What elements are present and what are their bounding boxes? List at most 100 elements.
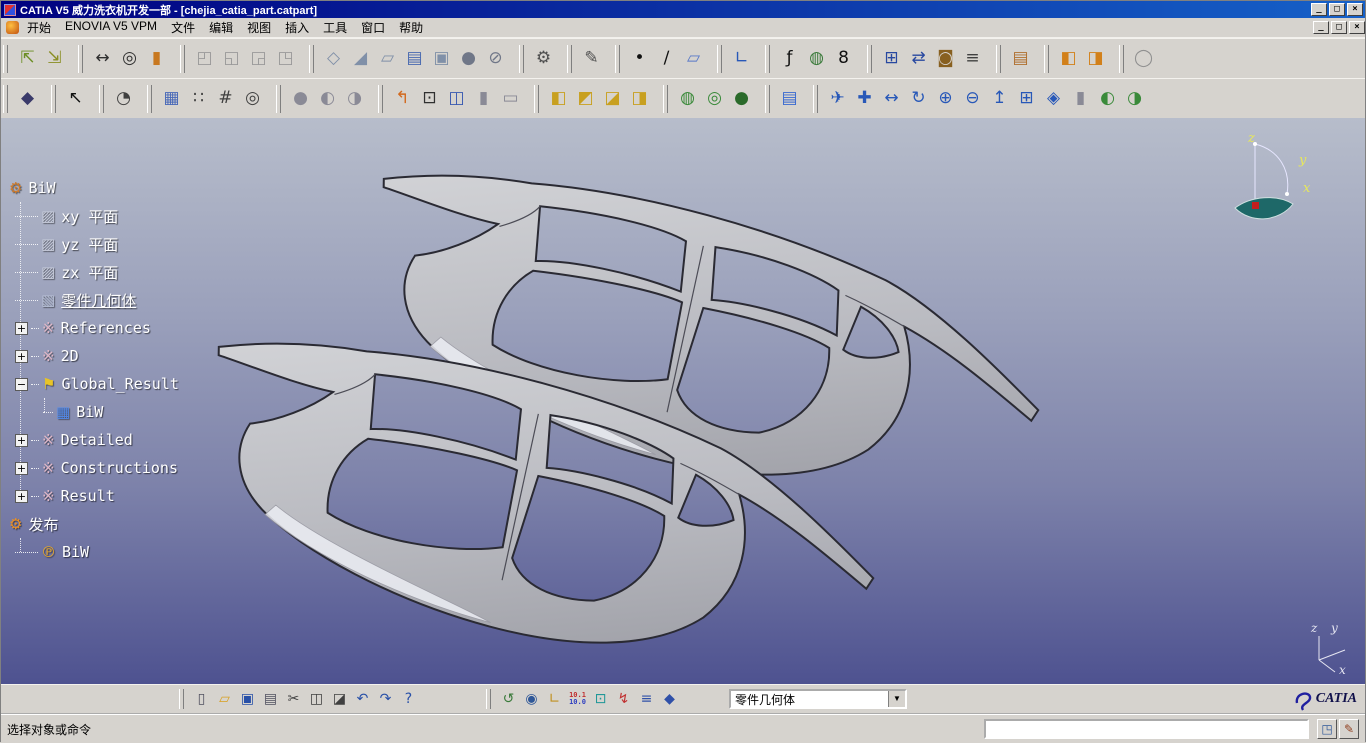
tree-item-label[interactable]: Result — [61, 487, 115, 505]
loft-surface-icon[interactable]: ◪ — [599, 85, 626, 112]
tree-expander[interactable]: + — [15, 350, 28, 363]
view-compass[interactable]: z y x — [1221, 132, 1321, 232]
iso-box-icon[interactable]: ◫ — [443, 85, 470, 112]
sketcher-icon[interactable]: ✎ — [578, 45, 605, 72]
tree-item-label[interactable]: BiW — [76, 403, 103, 421]
paste-icon[interactable]: ◪ — [328, 688, 351, 711]
list-columns-icon[interactable]: ≡ — [635, 688, 658, 711]
instantiate-from-document-icon[interactable]: ◰ — [191, 45, 218, 72]
pad-surface-icon[interactable]: ◧ — [545, 85, 572, 112]
fly-mode-icon[interactable]: ✈ — [824, 85, 851, 112]
compass-x-label[interactable]: x — [1303, 181, 1311, 196]
tree-expander[interactable]: + — [15, 490, 28, 503]
sphere-surface-icon[interactable]: ● — [287, 85, 314, 112]
measure-item-icon[interactable]: ◎ — [116, 45, 143, 72]
userfeature-icon[interactable]: ◳ — [272, 45, 299, 72]
pan-icon[interactable]: ↔ — [878, 85, 905, 112]
formula-icon[interactable]: ƒ — [776, 45, 803, 72]
compass-y-label[interactable]: y — [1298, 153, 1307, 168]
zoom-out-icon[interactable]: ⊖ — [959, 85, 986, 112]
menu-item-start[interactable]: 开始 — [20, 17, 58, 38]
grab-viewpoint-icon[interactable]: ◉ — [520, 688, 543, 711]
clipping-view-icon[interactable]: ⊡ — [416, 85, 443, 112]
compass-z-label[interactable]: z — [1247, 132, 1255, 146]
gear-icon[interactable]: ⚙ — [530, 45, 557, 72]
wireframe-sphere-icon[interactable]: ◎ — [701, 85, 728, 112]
knowledge-balloon-icon[interactable]: ◍ — [803, 45, 830, 72]
menu-item-tools[interactable]: 工具 — [316, 17, 354, 38]
copy-icon[interactable]: ◫ — [305, 688, 328, 711]
new-document-icon[interactable]: ▯ — [190, 688, 213, 711]
tree-expander[interactable]: + — [15, 462, 28, 475]
body-side-frame-upper[interactable] — [332, 132, 1065, 551]
version-icon[interactable]: 10.110.0 — [566, 688, 589, 711]
tree-item-label[interactable]: 2D — [61, 347, 79, 365]
plane-tool-icon[interactable]: ▱ — [680, 45, 707, 72]
line-icon[interactable]: ∕ — [653, 45, 680, 72]
workbench-box-icon[interactable]: ⊡ — [589, 688, 612, 711]
power-input-toggle-icon[interactable]: ✎ — [1339, 719, 1359, 739]
tree-item-label[interactable]: References — [61, 319, 151, 337]
measure-inertia-icon[interactable]: ▮ — [143, 45, 170, 72]
menu-item-file[interactable]: 文件 — [164, 17, 202, 38]
quick-select-icon[interactable]: ◔ — [110, 85, 137, 112]
boundary-icon[interactable]: ▱ — [374, 45, 401, 72]
geometrical-set-icon[interactable]: ※ — [42, 319, 55, 337]
shell-icon[interactable]: ◑ — [341, 85, 368, 112]
powercopy-icon[interactable]: ◲ — [245, 45, 272, 72]
render-style-shading-icon[interactable]: ◐ — [1094, 85, 1121, 112]
design-table-icon[interactable]: ⊞ — [878, 45, 905, 72]
tree-item-label[interactable]: Global_Result — [61, 375, 178, 393]
exit-workbench-icon[interactable]: ↰ — [389, 85, 416, 112]
body-selector-value[interactable]: 零件几何体 — [731, 691, 888, 708]
fit-all-in-icon[interactable]: ✚ — [851, 85, 878, 112]
print-icon[interactable]: ▤ — [259, 688, 282, 711]
graph-analysis-icon[interactable]: ↯ — [612, 688, 635, 711]
cylinder-icon[interactable]: ▮ — [470, 85, 497, 112]
measure-between-icon[interactable]: ↔ — [89, 45, 116, 72]
tree-item-label[interactable]: BiW — [62, 543, 89, 561]
yz-plane-icon[interactable]: ▨ — [41, 235, 55, 253]
lock-icon[interactable]: ◙ — [932, 45, 959, 72]
tree-item-label[interactable]: 发布 — [28, 514, 58, 535]
mdi-close-button[interactable]: × — [1349, 21, 1365, 34]
part-root-icon[interactable]: ⚙ — [9, 179, 22, 197]
torus-icon[interactable]: ◯ — [1130, 45, 1157, 72]
context-help-icon[interactable]: ? — [397, 688, 420, 711]
tree-item-label[interactable]: 零件几何体 — [61, 290, 136, 311]
catalog-browser-icon[interactable]: ▤ — [1007, 45, 1034, 72]
mold-base-icon[interactable]: ◨ — [1082, 45, 1109, 72]
tree-item-label[interactable]: Constructions — [61, 459, 178, 477]
dynamic-sectioning-icon[interactable]: ◍ — [674, 85, 701, 112]
grid-icon[interactable]: # — [212, 85, 239, 112]
menu-item-window[interactable]: 窗口 — [354, 17, 392, 38]
publication-icon[interactable]: ⚙ — [9, 515, 22, 533]
sweep-surface-icon[interactable]: ◩ — [572, 85, 599, 112]
multi-view-icon[interactable]: ⊞ — [1013, 85, 1040, 112]
low-light-icon[interactable]: ◎ — [239, 85, 266, 112]
mdi-minimize-button[interactable]: _ — [1313, 21, 1329, 34]
body-side-frame-lower[interactable] — [167, 300, 900, 684]
combo-dropdown-icon[interactable]: ▼ — [888, 691, 905, 707]
redo-icon[interactable]: ↷ — [374, 688, 397, 711]
cut-icon[interactable]: ✂ — [282, 688, 305, 711]
publication-item-icon[interactable]: ℗ — [41, 543, 56, 561]
rule-icon[interactable]: 8 — [830, 45, 857, 72]
normal-view-icon[interactable]: ↥ — [986, 85, 1013, 112]
snap-to-point-icon[interactable]: ∷ — [185, 85, 212, 112]
extract-icon[interactable]: ▤ — [401, 45, 428, 72]
menu-item-insert[interactable]: 插入 — [278, 17, 316, 38]
shaded-cylinder-icon[interactable]: ▮ — [1067, 85, 1094, 112]
join-icon[interactable]: ◇ — [320, 45, 347, 72]
workbench-icon[interactable]: ◆ — [14, 85, 41, 112]
link-manager-icon[interactable]: ↺ — [497, 688, 520, 711]
mold-icon[interactable]: ◧ — [1055, 45, 1082, 72]
close-button[interactable]: × — [1347, 3, 1363, 16]
geometrical-set-icon[interactable]: ※ — [42, 487, 55, 505]
split-icon[interactable]: ◢ — [347, 45, 374, 72]
tree-item-label[interactable]: zx 平面 — [61, 262, 118, 283]
power-input-field[interactable] — [984, 719, 1309, 739]
geometrical-set-icon[interactable]: ※ — [42, 431, 55, 449]
tree-item-label[interactable]: yz 平面 — [61, 234, 118, 255]
symmetry-icon[interactable]: ⊘ — [482, 45, 509, 72]
